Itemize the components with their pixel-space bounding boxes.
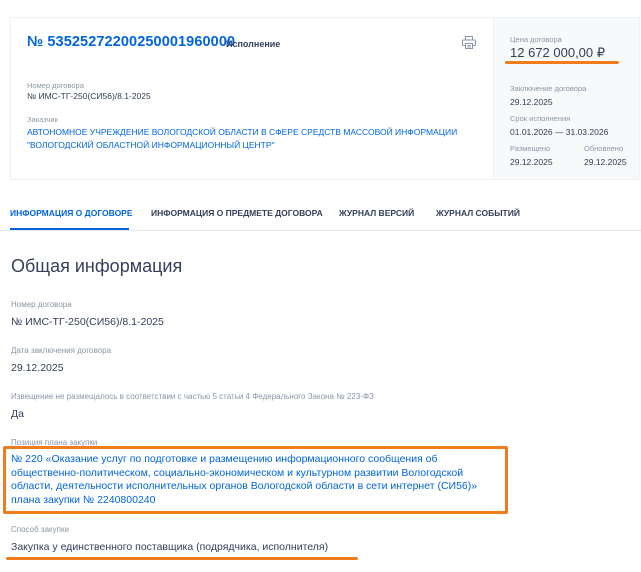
customer-label: Заказчик xyxy=(27,115,58,124)
tab-subject-info[interactable]: Информация о предмете договора xyxy=(151,208,323,218)
notice-label: Извещение не размещалось в соответствии … xyxy=(11,392,374,401)
updated-date: 29.12.2025 xyxy=(584,157,627,167)
conclusion-date-value: 29.12.2025 xyxy=(11,362,64,374)
placed-label: Размещено xyxy=(510,144,551,153)
status-badge: Исполнение xyxy=(226,39,281,49)
conclusion-label: Заключение договора xyxy=(510,84,587,93)
tab-event-log[interactable]: Журнал событий xyxy=(436,208,520,218)
procurement-method-value: Закупка у единственного поставщика (подр… xyxy=(11,541,329,553)
card-contract-number: № ИМС-ТГ-250(СИ56)/8.1-2025 xyxy=(27,91,151,101)
execution-term: 01.01.2026 — 31.03.2026 xyxy=(510,127,609,137)
tab-bar: Информация о договоре Информация о предм… xyxy=(0,197,641,231)
contract-number-value: № ИМС-ТГ-250(СИ56)/8.1-2025 xyxy=(11,316,164,328)
card-contract-number-label: Номер договора xyxy=(27,81,84,90)
procurement-method-label: Способ закупки xyxy=(11,525,69,534)
section-title: Общая информация xyxy=(11,256,183,276)
price-label: Цена договора xyxy=(510,35,562,44)
term-label: Срок исполнения xyxy=(510,114,571,123)
contract-price: 12 672 000,00 ₽ xyxy=(510,45,606,60)
printer-icon[interactable] xyxy=(462,36,476,49)
conclusion-date-label: Дата заключения договора xyxy=(11,346,112,355)
customer-link[interactable]: АВТОНОМНОЕ УЧРЕЖДЕНИЕ ВОЛОГОДСКОЙ ОБЛАСТ… xyxy=(27,126,467,151)
contract-number-label: Номер договора xyxy=(11,300,72,309)
conclusion-date: 29.12.2025 xyxy=(510,97,553,107)
placed-date: 29.12.2025 xyxy=(510,157,553,167)
contract-card: № 53525272200250001960000 Исполнение Ном… xyxy=(10,17,640,180)
plan-position-link[interactable]: № 220 «Оказание услуг по подготовке и ра… xyxy=(11,453,506,507)
method-highlight-underline xyxy=(6,557,358,560)
registry-number-link[interactable]: № 53525272200250001960000 xyxy=(27,34,235,50)
updated-label: Обновлено xyxy=(584,144,624,153)
tab-contract-info[interactable]: Информация о договоре xyxy=(10,208,133,218)
notice-value: Да xyxy=(11,408,24,420)
price-highlight-underline xyxy=(505,61,619,64)
plan-position-label: Позиция плана закупки xyxy=(11,438,98,447)
contract-card-main: № 53525272200250001960000 Исполнение Ном… xyxy=(11,18,493,179)
contract-summary-panel: Цена договора 12 672 000,00 ₽ Заключение… xyxy=(493,18,639,179)
active-tab-indicator xyxy=(10,228,129,230)
tab-version-log[interactable]: Журнал версий xyxy=(339,208,414,218)
